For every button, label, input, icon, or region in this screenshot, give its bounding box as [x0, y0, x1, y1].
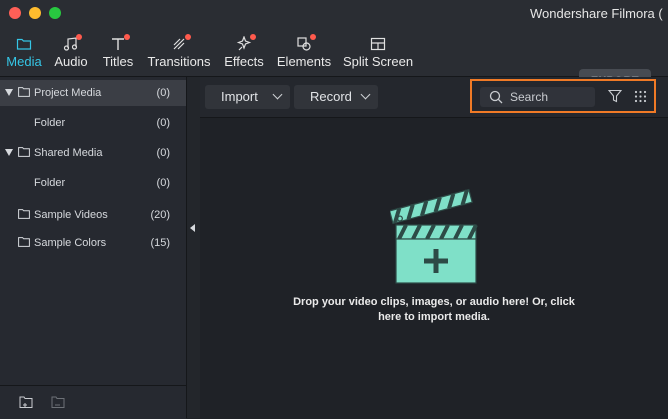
title-bar: Wondershare Filmora (	[0, 0, 668, 28]
sidebar-item-label: Sample Colors	[34, 237, 107, 249]
tab-titles[interactable]: Titles	[98, 28, 138, 76]
new-badge	[76, 34, 82, 40]
new-badge	[310, 34, 316, 40]
sidebar-item-sample-videos[interactable]: Sample Videos (20)	[0, 202, 186, 228]
zoom-window-button[interactable]	[49, 7, 61, 19]
chevron-down-icon	[272, 89, 283, 100]
sidebar-item-folder[interactable]: Folder (0)	[0, 110, 186, 136]
sidebar-item-project-media[interactable]: Project Media (0)	[0, 80, 186, 106]
search-area-highlight: Search	[470, 79, 656, 113]
folder-icon	[16, 36, 32, 52]
new-badge	[124, 34, 130, 40]
sidebar-item-label: Shared Media	[34, 147, 103, 159]
item-count: (0)	[156, 147, 170, 159]
item-count: (0)	[156, 87, 170, 99]
grid-view-icon[interactable]	[634, 90, 647, 103]
record-label: Record	[310, 89, 352, 104]
chevron-down-icon	[360, 89, 371, 100]
media-toolbar: Import Record Search	[200, 77, 668, 118]
tab-label: Titles	[102, 54, 134, 69]
module-toolbar: Media Audio Titles Transitions Effects E	[0, 28, 668, 93]
tab-label: Transitions	[147, 54, 211, 69]
sidebar-item-folder[interactable]: Folder (0)	[0, 170, 186, 196]
tab-transitions[interactable]: Transitions	[144, 28, 214, 76]
sidebar-item-label: Sample Videos	[34, 209, 108, 221]
expand-triangle-icon[interactable]	[5, 89, 13, 96]
tab-label: Elements	[276, 54, 332, 69]
empty-state-message[interactable]: Drop your video clips, images, or audio …	[284, 295, 584, 325]
import-label: Import	[221, 89, 258, 104]
sidebar-footer	[0, 385, 186, 419]
clapperboard-icon	[390, 188, 478, 284]
tab-label: Audio	[54, 54, 88, 69]
tab-label: Media	[6, 54, 42, 69]
sidebar-item-label: Folder	[34, 177, 66, 189]
sidebar-item-label: Project Media	[34, 87, 102, 99]
new-badge	[185, 34, 191, 40]
sidebar-collapse-handle[interactable]	[186, 77, 201, 418]
import-dropdown-button[interactable]: Import	[205, 85, 290, 109]
sidebar-item-label: Folder	[34, 117, 66, 129]
media-library-sidebar: Project Media (0) Folder (0) Shared Medi…	[0, 77, 186, 419]
item-count: (0)	[156, 117, 170, 129]
delete-folder-icon[interactable]	[51, 395, 67, 409]
tab-media[interactable]: Media	[4, 28, 44, 76]
tab-elements[interactable]: Elements	[274, 28, 334, 76]
search-icon	[489, 90, 503, 104]
tab-label: Split Screen	[342, 54, 414, 69]
expand-triangle-icon[interactable]	[5, 149, 13, 156]
tab-split-screen[interactable]: Split Screen	[340, 28, 416, 76]
close-window-button[interactable]	[9, 7, 21, 19]
item-count: (20)	[150, 209, 170, 221]
item-count: (0)	[156, 177, 170, 189]
search-placeholder: Search	[510, 90, 549, 104]
collapse-left-arrow-icon[interactable]	[190, 224, 195, 232]
tab-label: Effects	[224, 54, 264, 69]
minimize-window-button[interactable]	[29, 7, 41, 19]
folder-icon	[18, 237, 30, 247]
sidebar-item-sample-colors[interactable]: Sample Colors (15)	[0, 230, 186, 256]
media-panel: Import Record Search Drop your video cli…	[200, 77, 668, 418]
search-input[interactable]: Search	[480, 87, 595, 107]
split-screen-icon	[370, 36, 386, 52]
new-badge	[250, 34, 256, 40]
record-dropdown-button[interactable]: Record	[294, 85, 378, 109]
folder-icon	[18, 87, 30, 97]
sidebar-item-shared-media[interactable]: Shared Media (0)	[0, 140, 186, 166]
tab-effects[interactable]: Effects	[220, 28, 268, 76]
new-folder-icon[interactable]	[19, 395, 35, 409]
folder-icon	[18, 209, 30, 219]
tab-audio[interactable]: Audio	[50, 28, 92, 76]
filter-icon[interactable]	[608, 89, 622, 103]
folder-icon	[18, 147, 30, 157]
item-count: (15)	[150, 237, 170, 249]
window-title: Wondershare Filmora (	[530, 6, 663, 21]
